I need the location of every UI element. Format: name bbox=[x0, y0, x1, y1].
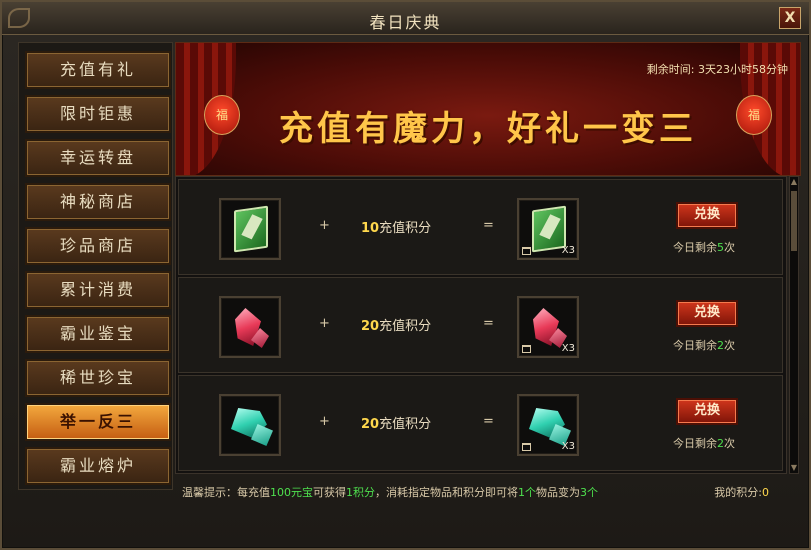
remain-prefix: 今日剩余 bbox=[673, 241, 717, 254]
sidebar-item-limited-offer[interactable]: 限时钜惠 bbox=[25, 95, 171, 133]
my-points-label: 我的积分: bbox=[714, 486, 762, 499]
event-banner: 福 福 剩余时间: 3天23小时58分钟 充值有魔力，好礼一变三 bbox=[175, 42, 801, 176]
bound-lock-icon bbox=[522, 345, 531, 353]
points-label: 充值积分 bbox=[379, 221, 432, 236]
list-scrollbar[interactable]: ▲ ▼ bbox=[789, 176, 799, 474]
tip-three: 3个 bbox=[580, 486, 598, 499]
exchange-row: + 20充值积分 = X3 兑换 今日剩余2次 bbox=[178, 375, 783, 471]
remain-count: 2 bbox=[717, 437, 724, 450]
item-count: X3 bbox=[561, 343, 575, 354]
output-item-slot[interactable]: X3 bbox=[517, 198, 579, 260]
input-item-slot[interactable] bbox=[219, 394, 281, 456]
tip-mid3: 物品变为 bbox=[536, 486, 580, 499]
daily-remaining: 今日剩余5次 bbox=[673, 239, 735, 255]
countdown-label: 剩余时间: bbox=[646, 63, 695, 76]
remain-suffix: 次 bbox=[724, 437, 735, 450]
sidebar-item-cumulative-spend[interactable]: 累计消费 bbox=[25, 271, 171, 309]
exchange-list: + 10充值积分 = X3 兑换 今日剩余5次 + 20充值积分 = X3 兑换… bbox=[175, 176, 787, 474]
input-item-slot[interactable] bbox=[219, 198, 281, 260]
countdown-value: 3天23小时58分钟 bbox=[698, 63, 788, 76]
title-bar: 春日庆典 X bbox=[2, 2, 809, 35]
points-label: 充值积分 bbox=[379, 417, 432, 432]
tip-mid2: ，消耗指定物品和积分即可将 bbox=[375, 486, 518, 499]
scroll-thumb[interactable] bbox=[791, 191, 797, 251]
remain-suffix: 次 bbox=[724, 241, 735, 254]
sidebar-item-furnace[interactable]: 霸业熔炉 bbox=[25, 447, 171, 485]
sidebar-item-appraisal[interactable]: 霸业鉴宝 bbox=[25, 315, 171, 353]
output-item-slot[interactable]: X3 bbox=[517, 296, 579, 358]
daily-remaining: 今日剩余2次 bbox=[673, 435, 735, 451]
sidebar-item-treasure-shop[interactable]: 珍品商店 bbox=[25, 227, 171, 265]
tip-text: 温馨提示：每充值100元宝可获得1积分，消耗指定物品和积分即可将1个物品变为3个 bbox=[182, 484, 782, 500]
event-window: 春日庆典 X 充值有礼 限时钜惠 幸运转盘 神秘商店 珍品商店 累计消费 霸业鉴… bbox=[0, 0, 811, 550]
points-amount: 20 bbox=[361, 319, 380, 334]
daily-remaining: 今日剩余2次 bbox=[673, 337, 735, 353]
sidebar: 充值有礼 限时钜惠 幸运转盘 神秘商店 珍品商店 累计消费 霸业鉴宝 稀世珍宝 … bbox=[18, 42, 173, 490]
bound-lock-icon bbox=[522, 247, 531, 255]
remain-prefix: 今日剩余 bbox=[673, 339, 717, 352]
scroll-up-icon[interactable]: ▲ bbox=[790, 177, 798, 187]
equals-sign: = bbox=[483, 414, 494, 429]
sidebar-item-lucky-wheel[interactable]: 幸运转盘 bbox=[25, 139, 171, 177]
my-points: 我的积分:0 bbox=[714, 484, 769, 500]
remain-count: 5 bbox=[717, 241, 724, 254]
green-book-icon bbox=[234, 205, 268, 253]
equals-sign: = bbox=[483, 316, 494, 331]
points-amount: 20 bbox=[361, 417, 380, 432]
exchange-row: + 10充值积分 = X3 兑换 今日剩余5次 bbox=[178, 179, 783, 275]
output-item-slot[interactable]: X3 bbox=[517, 394, 579, 456]
tip-one: 1个 bbox=[518, 486, 536, 499]
countdown-timer: 剩余时间: 3天23小时58分钟 bbox=[647, 61, 788, 77]
input-item-slot[interactable] bbox=[219, 296, 281, 358]
scroll-down-icon[interactable]: ▼ bbox=[790, 463, 798, 473]
sidebar-item-one-to-three[interactable]: 举一反三 bbox=[25, 403, 171, 441]
tip-mid: 可获得 bbox=[313, 486, 346, 499]
sidebar-item-recharge-gift[interactable]: 充值有礼 bbox=[25, 51, 171, 89]
item-count: X3 bbox=[561, 441, 575, 452]
remain-suffix: 次 bbox=[724, 339, 735, 352]
close-button[interactable]: X bbox=[779, 7, 801, 29]
item-count: X3 bbox=[561, 245, 575, 256]
points-cost: 10充值积分 bbox=[361, 217, 431, 236]
banner-slogan: 充值有魔力，好礼一变三 bbox=[279, 109, 697, 149]
tip-points: 1积分 bbox=[346, 486, 375, 499]
bound-lock-icon bbox=[522, 443, 531, 451]
remain-prefix: 今日剩余 bbox=[673, 437, 717, 450]
tip-amount: 100元宝 bbox=[270, 486, 313, 499]
points-cost: 20充值积分 bbox=[361, 315, 431, 334]
sidebar-item-rare-treasure[interactable]: 稀世珍宝 bbox=[25, 359, 171, 397]
plus-sign: + bbox=[319, 414, 330, 429]
sidebar-item-mystery-shop[interactable]: 神秘商店 bbox=[25, 183, 171, 221]
plus-sign: + bbox=[319, 316, 330, 331]
points-label: 充值积分 bbox=[379, 319, 432, 334]
exchange-button[interactable]: 兑换 bbox=[676, 398, 738, 425]
plus-sign: + bbox=[319, 218, 330, 233]
window-title: 春日庆典 bbox=[369, 13, 442, 32]
remain-count: 2 bbox=[717, 339, 724, 352]
points-cost: 20充值积分 bbox=[361, 413, 431, 432]
my-points-value: 0 bbox=[762, 486, 769, 499]
exchange-row: + 20充值积分 = X3 兑换 今日剩余2次 bbox=[178, 277, 783, 373]
tip-prefix: 温馨提示：每充值 bbox=[182, 486, 270, 499]
exchange-button[interactable]: 兑换 bbox=[676, 300, 738, 327]
points-amount: 10 bbox=[361, 221, 380, 236]
exchange-button[interactable]: 兑换 bbox=[676, 202, 738, 229]
equals-sign: = bbox=[483, 218, 494, 233]
main-panel: 福 福 剩余时间: 3天23小时58分钟 充值有魔力，好礼一变三 + 10充值积… bbox=[175, 42, 801, 502]
